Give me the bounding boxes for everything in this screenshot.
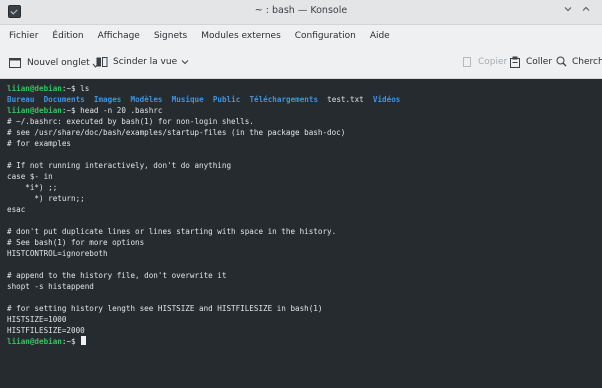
menu-bar: Fichier Édition Affichage Signets Module… — [0, 25, 602, 46]
title-bar: ~ : bash — Konsole — [0, 0, 602, 25]
terminal-view[interactable]: liian@debian:~$ ls Bureau Documents Imag… — [0, 79, 602, 388]
output-line: HISTFILESIZE=2000 — [7, 326, 85, 335]
menu-signets[interactable]: Signets — [147, 31, 194, 41]
output-line: HISTSIZE=1000 — [7, 315, 67, 324]
minimize-icon[interactable] — [561, 4, 575, 18]
ls-output-line: Bureau Documents Images Modèles Musique … — [7, 94, 400, 105]
output-line: # ~/.bashrc: executed by bash(1) for non… — [7, 117, 254, 126]
dir-entry: Musique — [171, 95, 204, 104]
toolbar: Nouvel onglet Scinder la vue Copier Coll… — [0, 47, 602, 79]
output-line: HISTCONTROL=ignoreboth — [7, 249, 108, 258]
copy-icon — [463, 57, 471, 67]
menu-aide[interactable]: Aide — [363, 31, 397, 41]
dir-entry: Images — [93, 95, 122, 104]
prompt-path: :~$ — [61, 337, 81, 346]
find-button[interactable]: Chercher — [556, 56, 602, 68]
output-line: *i*) ;; — [7, 183, 58, 192]
dir-entry: Téléchargements — [249, 95, 319, 104]
output-line: # see /usr/share/doc/bash/examples/start… — [7, 128, 346, 137]
prompt-path: :~$ — [61, 84, 81, 93]
menu-edition[interactable]: Édition — [45, 31, 90, 41]
maximize-icon[interactable] — [579, 4, 593, 18]
output-line: # for setting history length see HISTSIZ… — [7, 304, 323, 313]
file-entry: test.txt — [327, 95, 364, 104]
dir-entry: Public — [212, 95, 241, 104]
new-tab-icon — [9, 58, 21, 68]
prompt-line: liian@debian:~$ head -n 20 .bashrc — [7, 105, 162, 116]
split-view-label: Scinder la vue — [113, 57, 178, 67]
chevron-down-icon — [181, 60, 189, 65]
new-tab-label: Nouvel onglet — [27, 58, 90, 68]
output-line: shopt -s histappend — [7, 282, 94, 291]
prompt-user: liian@debian — [7, 337, 62, 346]
menu-modules-externes[interactable]: Modules externes — [194, 31, 288, 41]
menu-affichage[interactable]: Affichage — [91, 31, 147, 41]
prompt-line: liian@debian:~$ ls — [7, 83, 89, 94]
output-line: # don't put duplicate lines or lines sta… — [7, 227, 337, 236]
text-cursor — [81, 336, 87, 345]
output-line: # for examples — [7, 139, 72, 148]
command-text: ls — [80, 84, 90, 93]
output-line: # See bash(1) for more options — [7, 238, 145, 247]
paste-button[interactable]: Coller — [509, 56, 552, 68]
dir-entry: Bureau — [7, 95, 35, 104]
menu-configuration[interactable]: Configuration — [288, 31, 363, 41]
find-label: Chercher — [572, 57, 602, 67]
window-title: ~ : bash — Konsole — [254, 5, 348, 16]
output-line: # If not running interactively, don't do… — [7, 161, 232, 170]
output-line: # append to the history file, don't over… — [7, 271, 227, 280]
output-line: esac — [7, 205, 26, 214]
search-icon — [556, 56, 567, 67]
split-view-button[interactable]: Scinder la vue — [96, 56, 195, 68]
menu-fichier[interactable]: Fichier — [0, 31, 45, 41]
copy-button[interactable]: Copier — [462, 56, 507, 68]
command-text: head -n 20 .bashrc — [80, 106, 163, 115]
dir-entry: Documents — [43, 95, 85, 104]
prompt-line: liian@debian:~$ — [7, 336, 87, 347]
dir-entry: Vidéos — [372, 95, 401, 104]
output-line: *) return;; — [7, 194, 85, 203]
paste-label: Coller — [526, 57, 553, 67]
copy-label: Copier — [478, 57, 508, 67]
paste-icon — [510, 56, 520, 68]
split-view-icon — [96, 57, 108, 67]
new-tab-button[interactable]: Nouvel onglet — [9, 56, 104, 70]
prompt-user: liian@debian — [7, 84, 62, 93]
dir-entry: Modèles — [130, 95, 163, 104]
prompt-path: :~$ — [61, 106, 81, 115]
konsole-window: ~ : bash — Konsole Fichier Édition Affic… — [0, 0, 602, 388]
output-line: case $- in — [7, 172, 53, 181]
prompt-user: liian@debian — [7, 106, 62, 115]
